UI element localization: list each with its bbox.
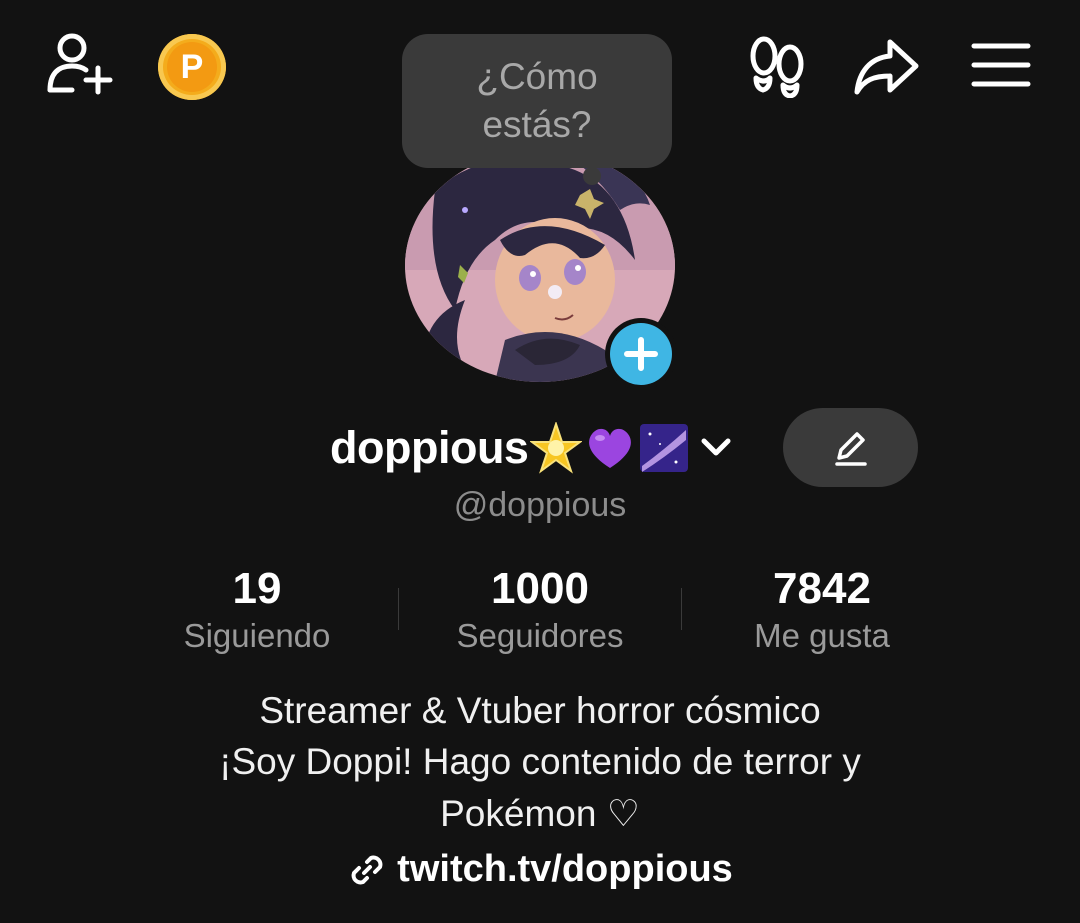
display-name-row[interactable]: doppious: [330, 415, 732, 481]
stat-following-value: 19: [232, 564, 282, 613]
edit-profile-button[interactable]: [783, 408, 918, 487]
bio-line-3: Pokémon ♡: [440, 793, 640, 834]
person-plus-icon: [47, 33, 113, 95]
stat-likes-label: Me gusta: [754, 617, 890, 654]
add-friend-button[interactable]: [42, 30, 116, 100]
profile-views-button[interactable]: [748, 36, 806, 98]
status-bubble[interactable]: ¿Cómo estás?: [402, 34, 672, 168]
bio-link[interactable]: twitch.tv/doppious: [0, 848, 1080, 891]
status-line-2: estás?: [482, 104, 592, 145]
menu-button[interactable]: [970, 40, 1032, 90]
add-story-circle: [610, 323, 672, 385]
bio-line-1: Streamer & Vtuber horror cósmico: [259, 690, 821, 731]
coin-button[interactable]: P: [158, 34, 226, 100]
plus-icon: [624, 337, 658, 371]
stat-divider: [398, 588, 399, 630]
footprints-icon: [750, 36, 804, 98]
username-handle: @doppious: [453, 486, 627, 524]
pencil-icon: [834, 431, 867, 466]
share-button[interactable]: [852, 36, 922, 98]
stat-followers[interactable]: 1000 Seguidores: [410, 562, 670, 656]
milky-way-emoji-icon: [640, 424, 689, 472]
stat-followers-label: Seguidores: [456, 617, 624, 654]
stat-followers-value: 1000: [491, 564, 589, 613]
hamburger-menu-icon: [971, 43, 1031, 87]
stat-divider: [681, 588, 682, 630]
status-line-1: ¿Cómo: [476, 56, 598, 97]
share-arrow-icon: [854, 39, 919, 95]
bio-link-text[interactable]: twitch.tv/doppious: [397, 848, 733, 891]
stat-following[interactable]: 19 Siguiendo: [127, 562, 387, 656]
display-name: doppious: [330, 422, 529, 473]
link-icon: [351, 855, 383, 884]
chevron-down-icon[interactable]: [700, 437, 732, 459]
add-story-button[interactable]: [605, 318, 677, 390]
stat-following-label: Siguiendo: [183, 617, 331, 654]
purple-heart-emoji-icon: [589, 428, 632, 468]
stat-likes-value: 7842: [773, 564, 871, 613]
glowing-star-emoji-icon: [530, 422, 583, 474]
p-coin-icon: P: [167, 42, 217, 92]
stat-likes[interactable]: 7842 Me gusta: [692, 562, 952, 656]
bio-line-2: ¡Soy Doppi! Hago contenido de terror y: [219, 741, 861, 782]
status-bubble-tail: [583, 167, 601, 185]
